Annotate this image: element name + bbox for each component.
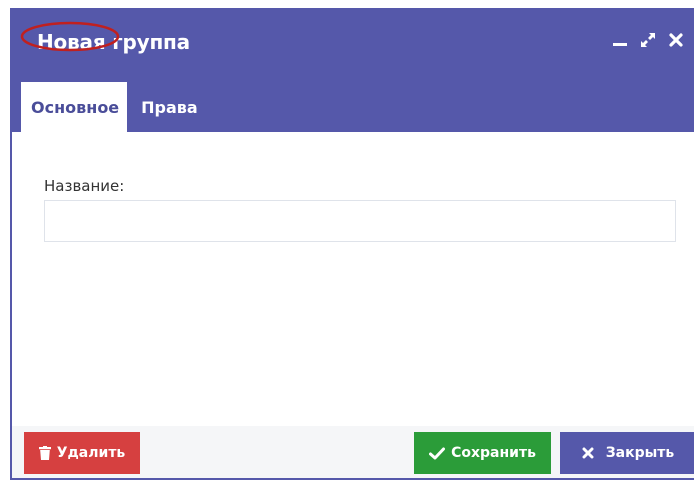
close-button[interactable]: Закрыть <box>560 432 694 474</box>
dialog-footer: Удалить Сохранить Закрыть <box>12 426 694 478</box>
close-button-label: Закрыть <box>605 445 675 461</box>
name-label: Название: <box>44 177 125 195</box>
tab-bar: Основное Права <box>21 82 210 132</box>
dialog-window: Новая группа Основное Права Название: Уд… <box>10 8 694 480</box>
window-controls <box>610 30 686 50</box>
save-button[interactable]: Сохранить <box>414 432 551 474</box>
minimize-button[interactable] <box>610 30 630 50</box>
save-button-label: Сохранить <box>451 445 536 461</box>
tab-main[interactable]: Основное <box>21 82 128 132</box>
close-icon <box>669 33 683 47</box>
delete-button-label: Удалить <box>56 445 126 461</box>
minimize-icon <box>613 43 627 46</box>
maximize-icon <box>641 33 655 47</box>
dialog-body: Название: <box>12 132 694 428</box>
close-window-button[interactable] <box>666 30 686 50</box>
delete-button[interactable]: Удалить <box>24 432 140 474</box>
close-icon <box>582 447 594 459</box>
name-input[interactable] <box>44 200 676 242</box>
check-icon <box>429 447 446 459</box>
dialog-title: Новая группа <box>37 30 190 54</box>
tab-rights-label: Права <box>141 97 198 117</box>
trash-icon <box>38 446 51 460</box>
dialog-header: Новая группа Основное Права <box>12 8 694 132</box>
tab-rights[interactable]: Права <box>127 82 210 132</box>
tab-main-label: Основное <box>31 97 120 117</box>
maximize-button[interactable] <box>638 30 658 50</box>
